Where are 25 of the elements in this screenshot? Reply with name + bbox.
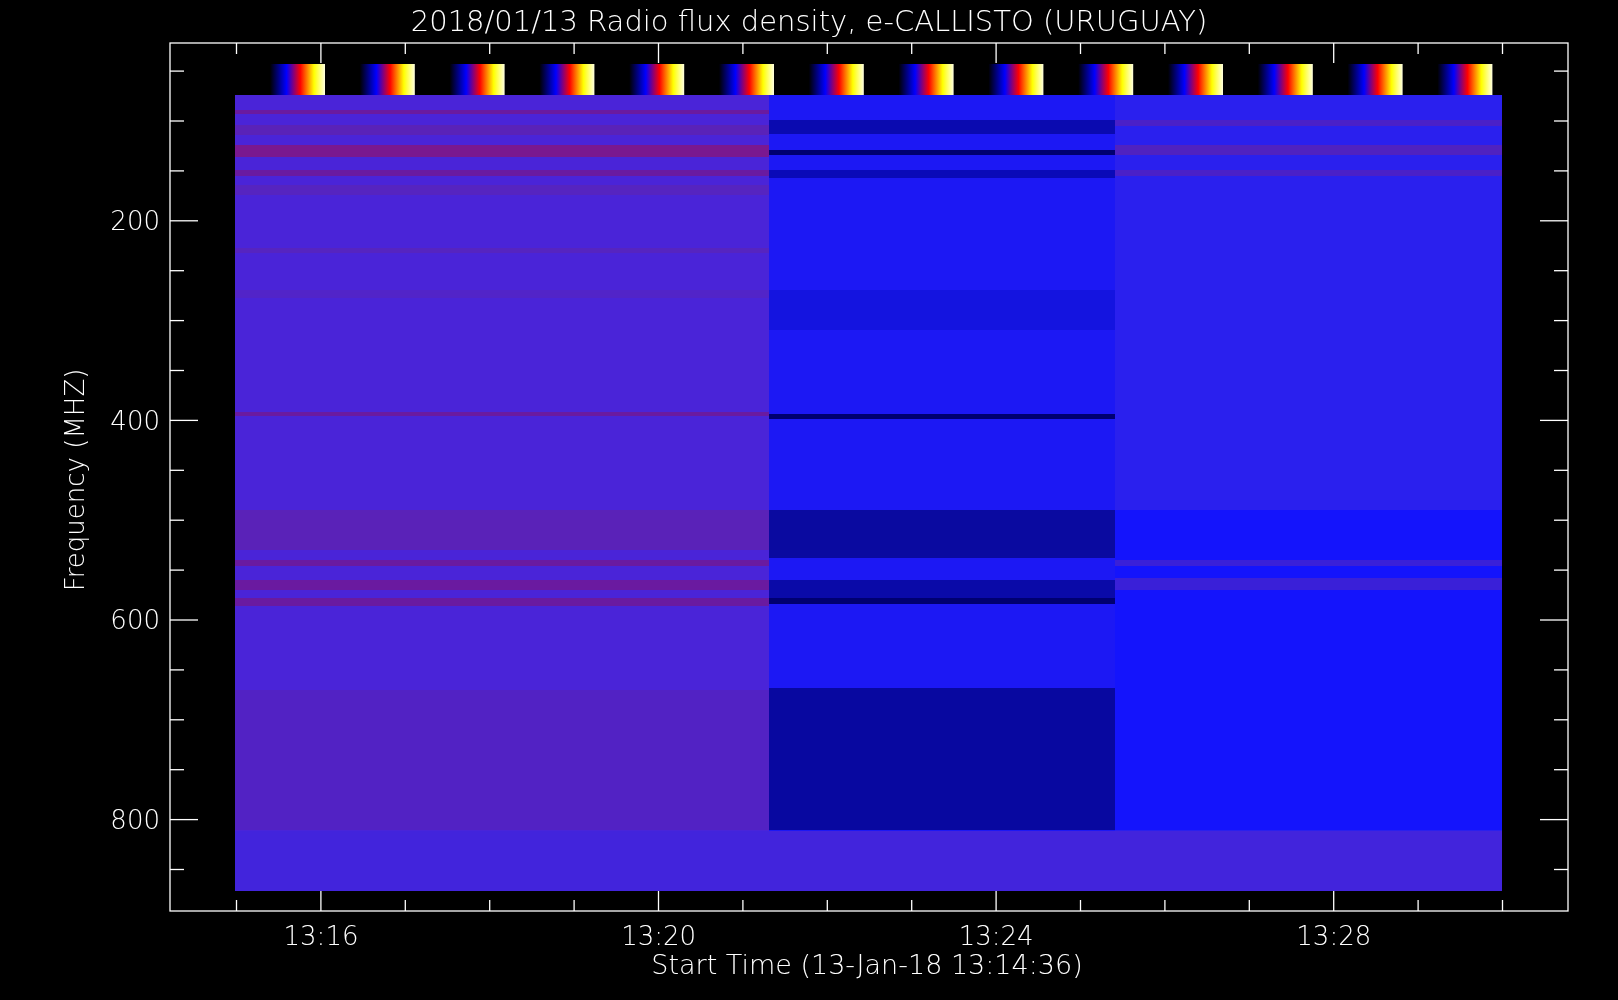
- colorbar-strip: [1257, 64, 1313, 95]
- colorbar-strip: [808, 64, 864, 95]
- y-tick-label: 200: [110, 206, 160, 236]
- y-tick-label: 400: [110, 405, 160, 436]
- colorbar-strip: [629, 64, 685, 95]
- x-axis-label: Start Time (13-Jan-18 13:14:36): [651, 949, 1083, 980]
- colorbar-strip: [898, 64, 954, 95]
- colorbar-strip: [449, 64, 505, 95]
- y-tick-label: 800: [110, 804, 160, 835]
- colorbar-strip: [1347, 64, 1403, 95]
- colorbar-strip: [539, 64, 595, 95]
- y-tick-label: 600: [110, 605, 160, 636]
- chart-title: 2018/01/13 Radio flux density, e-CALLISTO (URUGUAY): [410, 4, 1208, 38]
- colorbar-strip: [359, 64, 415, 95]
- colorbar-strip: [719, 64, 774, 95]
- x-tick-label: 13:20: [621, 921, 697, 951]
- colorbar-strip: [270, 64, 325, 95]
- colorbar-strip: [988, 64, 1044, 95]
- x-tick-label: 13:24: [958, 921, 1034, 951]
- colorbar-strip: [1437, 64, 1493, 95]
- y-axis-label: Frequency (MHZ): [60, 368, 90, 592]
- colorbar-strip: [1168, 64, 1223, 95]
- x-tick-label: 13:16: [283, 921, 359, 951]
- x-tick-label: 13:28: [1296, 921, 1372, 951]
- colorbar-strip: [1078, 64, 1134, 95]
